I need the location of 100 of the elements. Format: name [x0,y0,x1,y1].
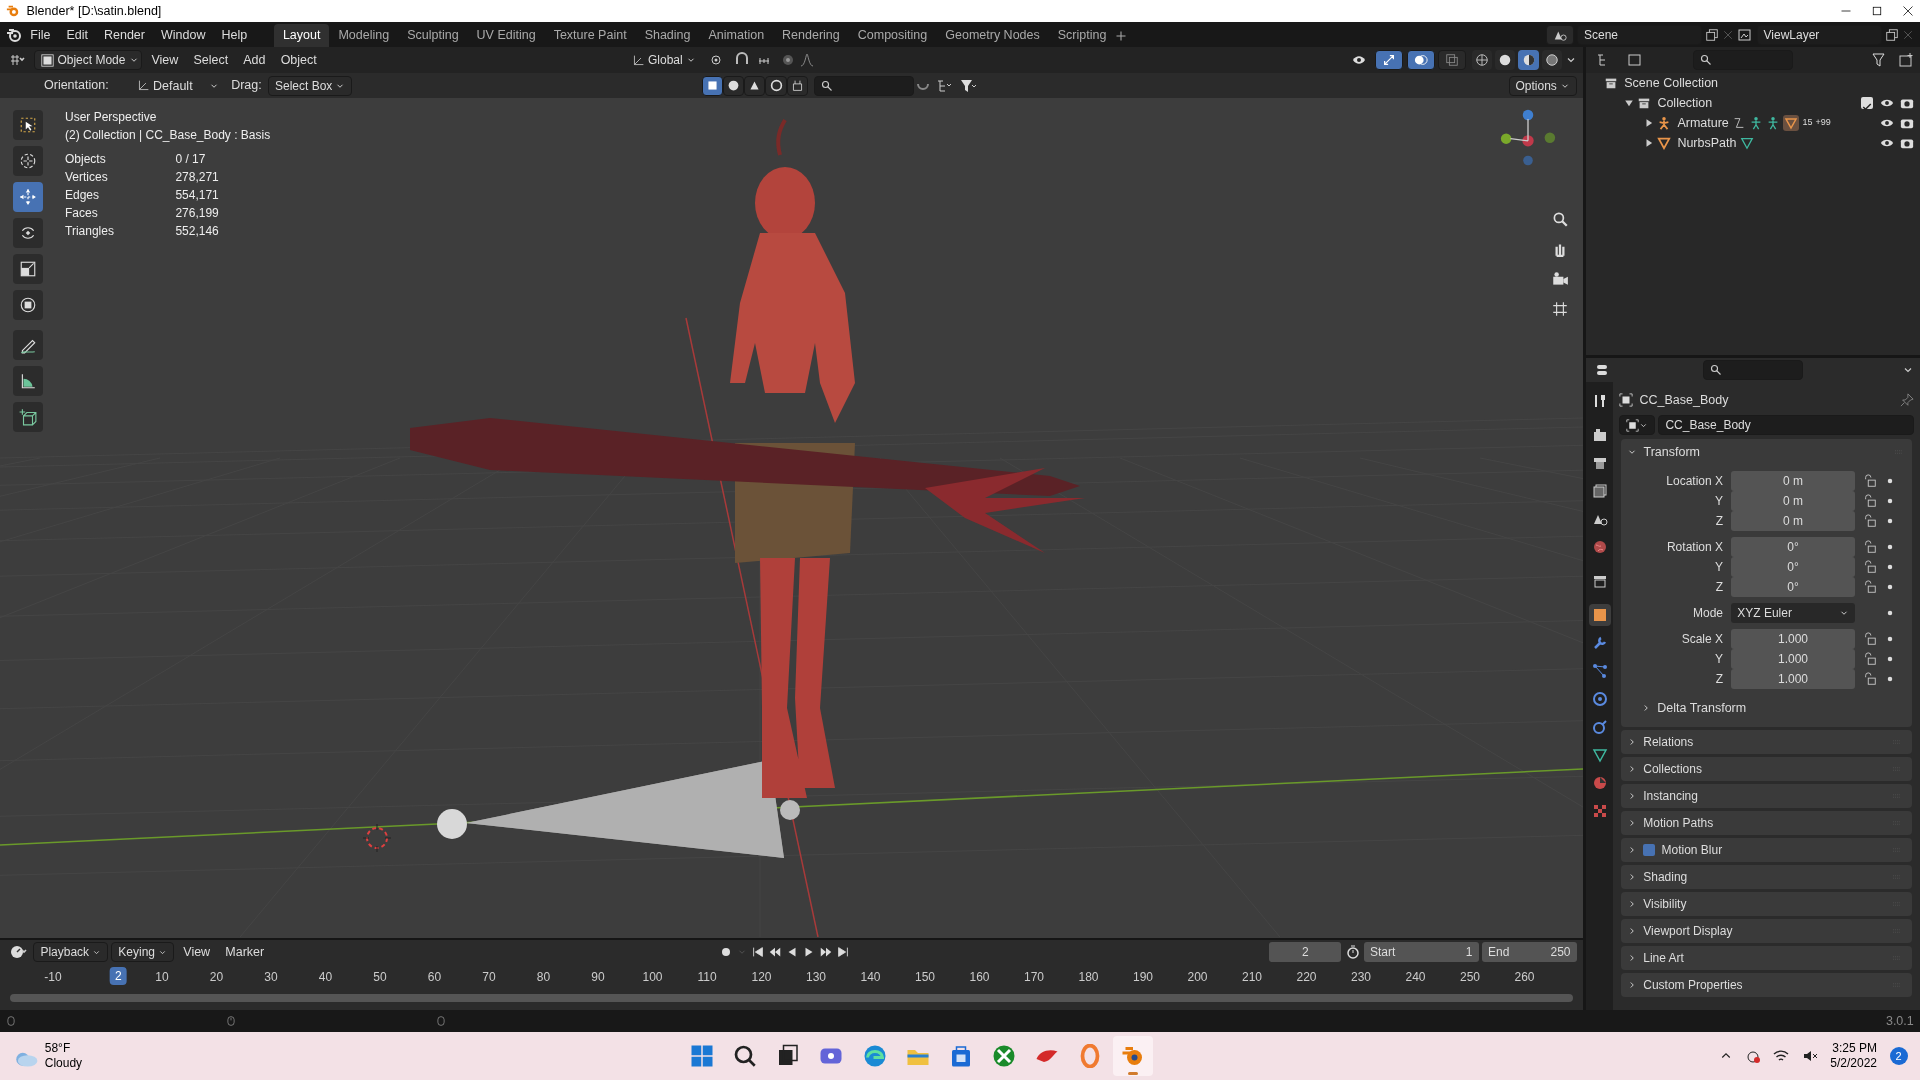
menu-item[interactable]: File [22,23,59,46]
falloff-icon[interactable] [799,52,816,68]
menu-item[interactable]: Add [237,50,272,70]
outliner-item-label[interactable]: Collection [1657,93,1713,113]
next-keyframe-icon[interactable] [819,945,834,959]
search-field[interactable] [1692,50,1793,70]
scene-selector[interactable] [1545,24,1574,45]
pin-icon[interactable] [1899,393,1914,408]
workspace-tab[interactable]: Layout [273,24,330,47]
copy-icon[interactable] [1884,27,1899,42]
collapsed-panel[interactable]: Visibility [1621,892,1912,917]
texture-icon[interactable] [1591,803,1608,820]
jump-start-icon[interactable] [750,945,765,959]
menu-item[interactable]: Marker [219,942,271,962]
menu-item[interactable]: Object [274,50,323,70]
world-icon[interactable] [1591,539,1608,556]
xray-toggle[interactable] [1437,50,1466,70]
collapsed-panel[interactable]: Motion Blur [1621,838,1912,863]
panel-checkbox[interactable] [1643,844,1656,857]
view-layer-icon[interactable] [1591,483,1608,500]
transform-tool-button[interactable] [13,290,43,320]
menu-item[interactable]: Keying [111,942,175,962]
search-field[interactable] [1702,360,1803,380]
subpanel-title[interactable]: Delta Transform [1657,699,1747,718]
workspace-tab[interactable]: Animation [699,24,774,47]
value-field[interactable]: 0 m [1731,510,1855,531]
keyframe-dot-icon[interactable] [1887,656,1893,663]
collapsed-arrow-icon[interactable] [1644,118,1654,128]
menu-item[interactable]: Window [152,23,214,46]
value-field[interactable]: 1.000 [1731,668,1855,689]
lock-icon[interactable] [1863,514,1877,529]
outliner-item-label[interactable]: Armature [1677,113,1729,133]
lock-icon[interactable] [1863,494,1877,509]
menu-item[interactable]: Playback [33,942,109,962]
playhead-frame-indicator[interactable]: 2 [110,967,127,985]
workspace-tab[interactable]: Texture Paint [544,24,636,47]
keyframe-dot-icon[interactable] [1887,564,1893,571]
annotate-tool-button[interactable] [13,330,43,360]
particles-icon[interactable] [1591,663,1608,680]
move-tool-button[interactable] [13,182,43,212]
add-icon[interactable] [1115,29,1128,42]
gizmo-toggle[interactable] [1375,50,1404,70]
collapsed-panel[interactable]: Custom Properties [1621,973,1912,998]
lock-icon[interactable] [1863,560,1877,575]
panel-title[interactable]: Transform [1643,443,1700,462]
rotate-tool-button[interactable] [13,218,43,248]
stopwatch-icon[interactable] [1344,944,1361,960]
jump-end-icon[interactable] [836,945,851,959]
value-field[interactable]: 0° [1731,556,1855,577]
physics-icon[interactable] [1591,691,1608,708]
zoom-icon[interactable] [1551,210,1569,228]
value-field[interactable]: 0° [1731,576,1855,597]
shading-mode-button[interactable] [1518,50,1539,70]
collapsed-arrow-icon[interactable] [1644,138,1654,148]
menu-item[interactable]: View [177,942,217,962]
collapsed-panel[interactable]: Collections [1621,757,1912,782]
keyframe-dot-icon[interactable] [1887,676,1893,683]
select-mode-button[interactable] [722,75,745,96]
value-field[interactable]: 1.000 [1731,628,1855,649]
transform-orientation-dropdown[interactable]: Global [625,50,702,70]
maximize-icon[interactable] [1871,5,1883,17]
select-mode-button[interactable] [701,75,723,96]
collapsed-panel[interactable]: Viewport Display [1621,919,1912,944]
lock-icon[interactable] [1863,474,1877,489]
menu-item[interactable]: Help [213,23,256,46]
expanded-arrow-icon[interactable] [1624,98,1634,108]
select-mode-button[interactable] [765,75,787,96]
workspace-tab[interactable]: Modeling [329,24,399,47]
keyframe-dot-icon[interactable] [1887,610,1893,617]
value-field[interactable]: 0° [1731,536,1855,557]
speaker-mute-icon[interactable] [1801,1048,1818,1064]
shading-mode-button[interactable] [1541,50,1562,70]
material-icon[interactable] [1591,775,1608,792]
select-tool-button[interactable] [13,110,43,140]
view-layer-name-field[interactable]: ViewLayer [1756,24,1882,45]
shading-mode-button[interactable] [1495,50,1516,70]
object-name-field[interactable]: CC_Base_Body [1658,415,1914,436]
new-collection-icon[interactable] [1897,52,1914,68]
keyframe-dot-icon[interactable] [1887,478,1893,485]
search-field[interactable] [814,75,915,96]
value-field[interactable]: 0 m [1731,490,1855,511]
value-field[interactable]: 1.000 [1731,648,1855,669]
keyframe-dot-icon[interactable] [1887,498,1893,505]
collapsed-panel[interactable]: Relations [1621,730,1912,755]
scene-name-field[interactable]: Scene [1577,24,1702,45]
collapsed-panel[interactable]: Instancing [1621,784,1912,809]
blender-logo-icon[interactable] [6,26,23,43]
drag-dropdown[interactable]: Select Box [267,75,353,96]
add-cube-tool-button[interactable] [13,402,43,432]
keyframe-dot-icon[interactable] [1887,584,1893,591]
menu-item[interactable]: Edit [58,23,96,46]
measure-tool-button[interactable] [13,366,43,396]
camera-icon[interactable] [1551,270,1569,288]
lock-icon[interactable] [1863,540,1877,555]
clock-date[interactable]: 5/2/2022 [1830,1056,1877,1071]
mesh-data-icon[interactable] [1591,747,1608,764]
cursor-tool-button[interactable] [13,146,43,176]
workspace-tab[interactable]: Sculpting [398,24,468,47]
menu-item[interactable]: Render [95,23,153,46]
collection-icon[interactable] [1591,573,1608,590]
